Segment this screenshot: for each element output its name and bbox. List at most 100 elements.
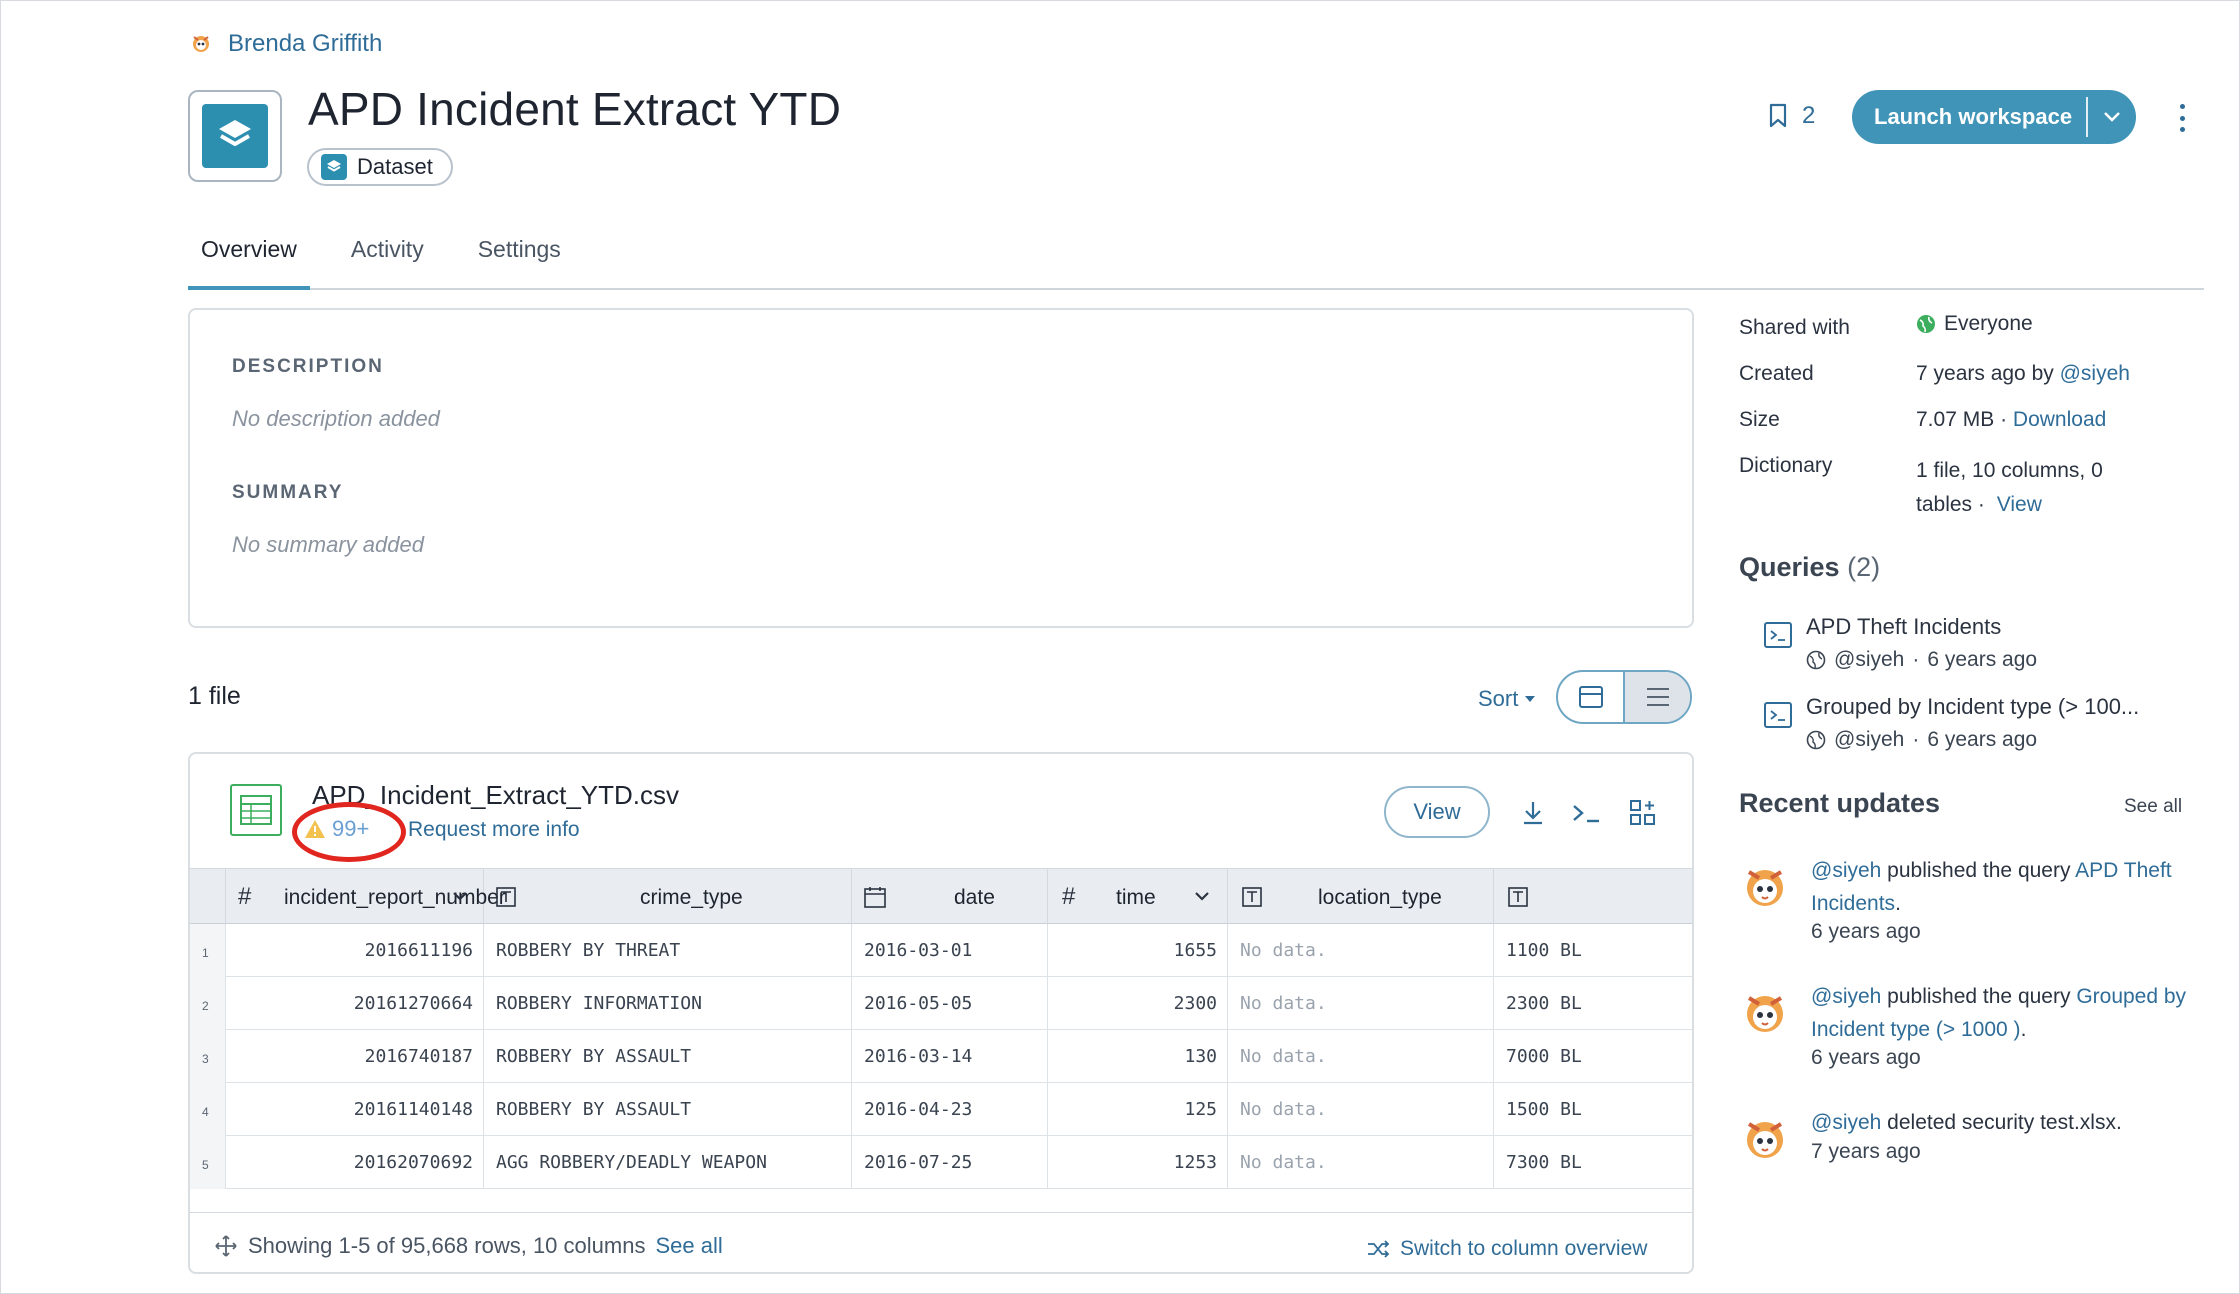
download-link[interactable]: Download [2013, 408, 2106, 431]
launch-options-dropdown[interactable] [2088, 111, 2136, 123]
tab-overview[interactable]: Overview [188, 228, 310, 290]
tab-activity[interactable]: Activity [338, 228, 437, 290]
number-type-icon: # [1062, 883, 1076, 910]
owner-link[interactable]: Brenda Griffith [188, 30, 382, 58]
column-name: date [954, 886, 995, 909]
queries-heading: Queries (2) [1739, 552, 1880, 583]
expand-arrows-icon [215, 1235, 237, 1257]
query-button[interactable] [1570, 796, 1604, 830]
time-cell: 125 [1048, 1083, 1228, 1136]
row-number: 3 [190, 1030, 226, 1083]
tab-bar: Overview Activity Settings [188, 228, 2204, 290]
dataset-icon [188, 90, 282, 182]
switch-to-column-overview-link[interactable]: Switch to column overview [1366, 1237, 1647, 1261]
column-name: time [1116, 886, 1156, 909]
incident-report-number-cell: 20162070692 [226, 1136, 484, 1189]
query-user[interactable]: @siyeh [1834, 728, 1904, 752]
table-row: 1 2016611196 ROBBERY BY THREAT 2016-03-01 16… [190, 924, 1692, 977]
update-text: @siyeh published the query Grouped by In… [1811, 980, 2201, 1046]
query-meta: @siyeh · 6 years ago [1806, 648, 2037, 672]
table-row: 4 20161140148 ROBBERY BY ASSAULT 2016-04-23… [190, 1083, 1692, 1136]
see-all-updates-link[interactable]: See all [2124, 796, 2182, 818]
tab-settings[interactable]: Settings [465, 228, 574, 290]
size-separator: · [2000, 408, 2008, 431]
column-header[interactable] [1494, 869, 1692, 925]
see-all-rows-link[interactable]: See all [655, 1233, 722, 1259]
owner-name[interactable]: Brenda Griffith [228, 30, 382, 58]
preview-table: # incident_report_number crime_type date… [190, 868, 1692, 1189]
update-user-link[interactable]: @siyeh [1811, 985, 1881, 1008]
shared-with-value[interactable]: Everyone [1916, 312, 2033, 336]
view-toggle [1556, 670, 1692, 724]
created-value: 7 years ago by @siyeh [1916, 362, 2130, 386]
column-header[interactable]: crime_type [484, 869, 852, 925]
layers-icon [219, 120, 251, 146]
query-separator: · [1912, 648, 1920, 671]
time-cell: 130 [1048, 1030, 1228, 1083]
incident-report-number-cell: 2016611196 [226, 924, 484, 977]
update-user-link[interactable]: @siyeh [1811, 1111, 1881, 1134]
query-title[interactable]: Grouped by Incident type (> 100... [1806, 694, 2139, 720]
view-file-button[interactable]: View [1384, 786, 1490, 838]
date-cell: 2016-04-23 [852, 1083, 1048, 1136]
update-action: published the query [1881, 859, 2076, 882]
sort-dropdown[interactable]: Sort [1478, 686, 1536, 712]
creator-link[interactable]: @siyeh [2060, 362, 2130, 385]
summary-value[interactable]: No summary added [232, 532, 424, 558]
incident-report-number-cell: 2016740187 [226, 1030, 484, 1083]
crime-type-cell: ROBBERY INFORMATION [484, 977, 852, 1030]
dataset-type-label: Dataset [357, 154, 433, 179]
chevron-down-icon[interactable] [452, 891, 468, 901]
size-text: 7.07 MB [1916, 408, 1995, 431]
more-options-button[interactable] [2172, 100, 2192, 136]
table-body: 1 2016611196 ROBBERY BY THREAT 2016-03-01 16… [190, 924, 1692, 1189]
shared-with-label: Shared with [1739, 316, 1850, 339]
owner-avatar-icon [193, 36, 209, 52]
download-button[interactable] [1516, 796, 1550, 830]
location-type-cell: No data. [1228, 924, 1494, 977]
update-time: 6 years ago [1811, 1046, 1921, 1069]
request-more-info-link[interactable]: Request more info [408, 818, 580, 842]
launch-workspace-button[interactable]: Launch workspace [1852, 90, 2136, 144]
column-header[interactable]: location_type [1228, 869, 1494, 925]
sort-label: Sort [1478, 686, 1519, 711]
location-type-cell: No data. [1228, 977, 1494, 1030]
query-title[interactable]: APD Theft Incidents [1806, 614, 2001, 640]
terminal-icon [1764, 622, 1792, 648]
table-header: # incident_report_number crime_type date… [190, 868, 1692, 925]
address-cell: 2300 BL [1506, 993, 1582, 1014]
file-footer: Showing 1-5 of 95,668 rows, 10 columns S… [190, 1212, 1692, 1272]
add-to-app-button[interactable] [1626, 796, 1660, 830]
update-user-link[interactable]: @siyeh [1811, 859, 1881, 882]
table-row: 2 20161270664 ROBBERY INFORMATION 2016-05-0… [190, 977, 1692, 1030]
column-header[interactable]: # time [1048, 869, 1228, 925]
query-user[interactable]: @siyeh [1834, 648, 1904, 672]
column-name: incident_report_number [284, 886, 506, 909]
number-type-icon: # [238, 883, 252, 910]
query-meta: @siyeh · 6 years ago [1806, 728, 2037, 752]
chevron-down-icon[interactable] [1194, 891, 1210, 901]
queries-count: (2) [1847, 552, 1881, 582]
launch-separator [2086, 97, 2088, 137]
card-view-button[interactable] [1558, 672, 1623, 722]
column-name: crime_type [640, 886, 743, 909]
location-type-cell: No data. [1228, 1136, 1494, 1189]
dictionary-text-2: tables [1916, 493, 1973, 516]
bookmark-button[interactable]: 2 [1768, 102, 1815, 130]
crime-type-cell: ROBBERY BY ASSAULT [484, 1083, 852, 1136]
list-view-button[interactable] [1623, 672, 1690, 722]
date-cell: 2016-07-25 [852, 1136, 1048, 1189]
column-header[interactable]: date [852, 869, 1048, 925]
date-cell: 2016-05-05 [852, 977, 1048, 1030]
update-text: @siyeh deleted security test.xlsx. [1811, 1106, 2201, 1139]
dictionary-view-link[interactable]: View [1997, 493, 2042, 516]
created-label: Created [1739, 362, 1814, 385]
user-avatar-icon [1747, 870, 1783, 906]
terminal-icon [1573, 805, 1599, 823]
grid-plus-icon [1630, 800, 1655, 825]
dictionary-value: 1 file, 10 columns, 0 tables · View [1916, 454, 2103, 522]
layers-icon [321, 154, 347, 180]
text-type-icon [1508, 887, 1528, 907]
column-header[interactable]: # incident_report_number [226, 869, 506, 925]
description-value[interactable]: No description added [232, 406, 440, 432]
